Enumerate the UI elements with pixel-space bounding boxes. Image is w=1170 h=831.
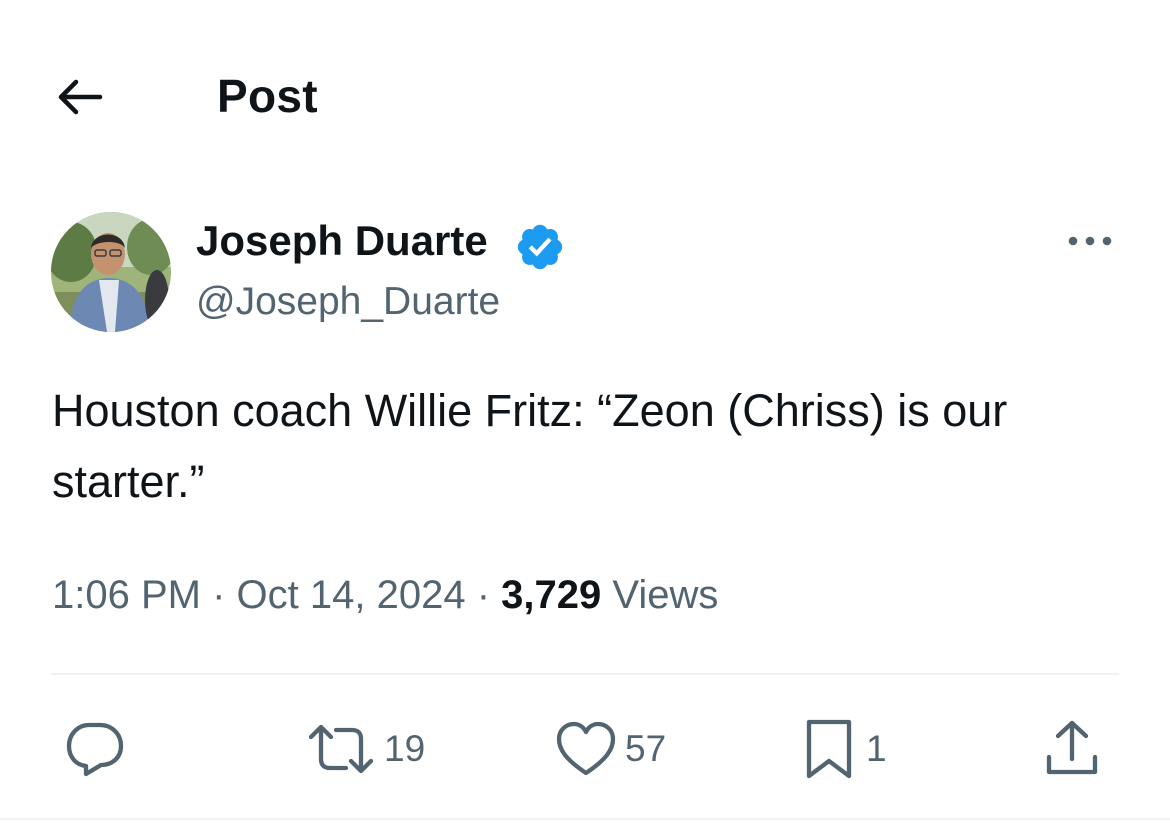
bottom-divider [0,818,1170,820]
repost-button[interactable]: 19 [306,714,425,784]
repost-icon [308,724,374,774]
meta-separator: · [476,573,491,617]
like-count: 57 [625,728,667,769]
author-display-name[interactable]: Joseph Duarte [196,213,488,269]
repost-count: 19 [384,728,426,769]
top-navigation-bar: Post [0,0,1170,190]
more-options-button[interactable] [1060,219,1120,263]
share-icon [1046,720,1098,775]
page-title: Post [217,70,318,122]
post-metadata: 1:06 PM · Oct 14, 2024 · 3,729 Views [52,567,718,623]
back-button[interactable] [50,68,108,126]
views-count: 3,729 [501,573,602,617]
bookmark-icon [806,719,852,779]
arrow-left-icon [58,79,103,115]
post-date[interactable]: Oct 14, 2024 [237,573,466,617]
meta-separator: · [212,573,226,617]
bookmark-count: 1 [866,728,887,769]
heart-icon [556,721,616,776]
bookmark-button[interactable]: 1 [800,714,887,784]
share-button[interactable] [1040,714,1112,784]
avatar-photo [51,212,171,332]
reply-button[interactable] [64,714,134,784]
author-handle[interactable]: @Joseph_Duarte [196,275,500,329]
reply-icon [66,722,124,777]
avatar[interactable] [51,212,171,332]
post-action-bar: 19 57 1 [0,700,1170,800]
like-button[interactable]: 57 [555,714,666,784]
views-label: Views [612,573,719,617]
post-text: Houston coach Willie Fritz: “Zeon (Chris… [52,385,1008,507]
verified-badge-icon [517,224,563,270]
more-horizontal-icon [1068,236,1112,246]
post-author: Joseph Duarte @Joseph_Duarte [0,205,1170,345]
divider [51,673,1119,675]
post-time[interactable]: 1:06 PM [52,573,201,617]
